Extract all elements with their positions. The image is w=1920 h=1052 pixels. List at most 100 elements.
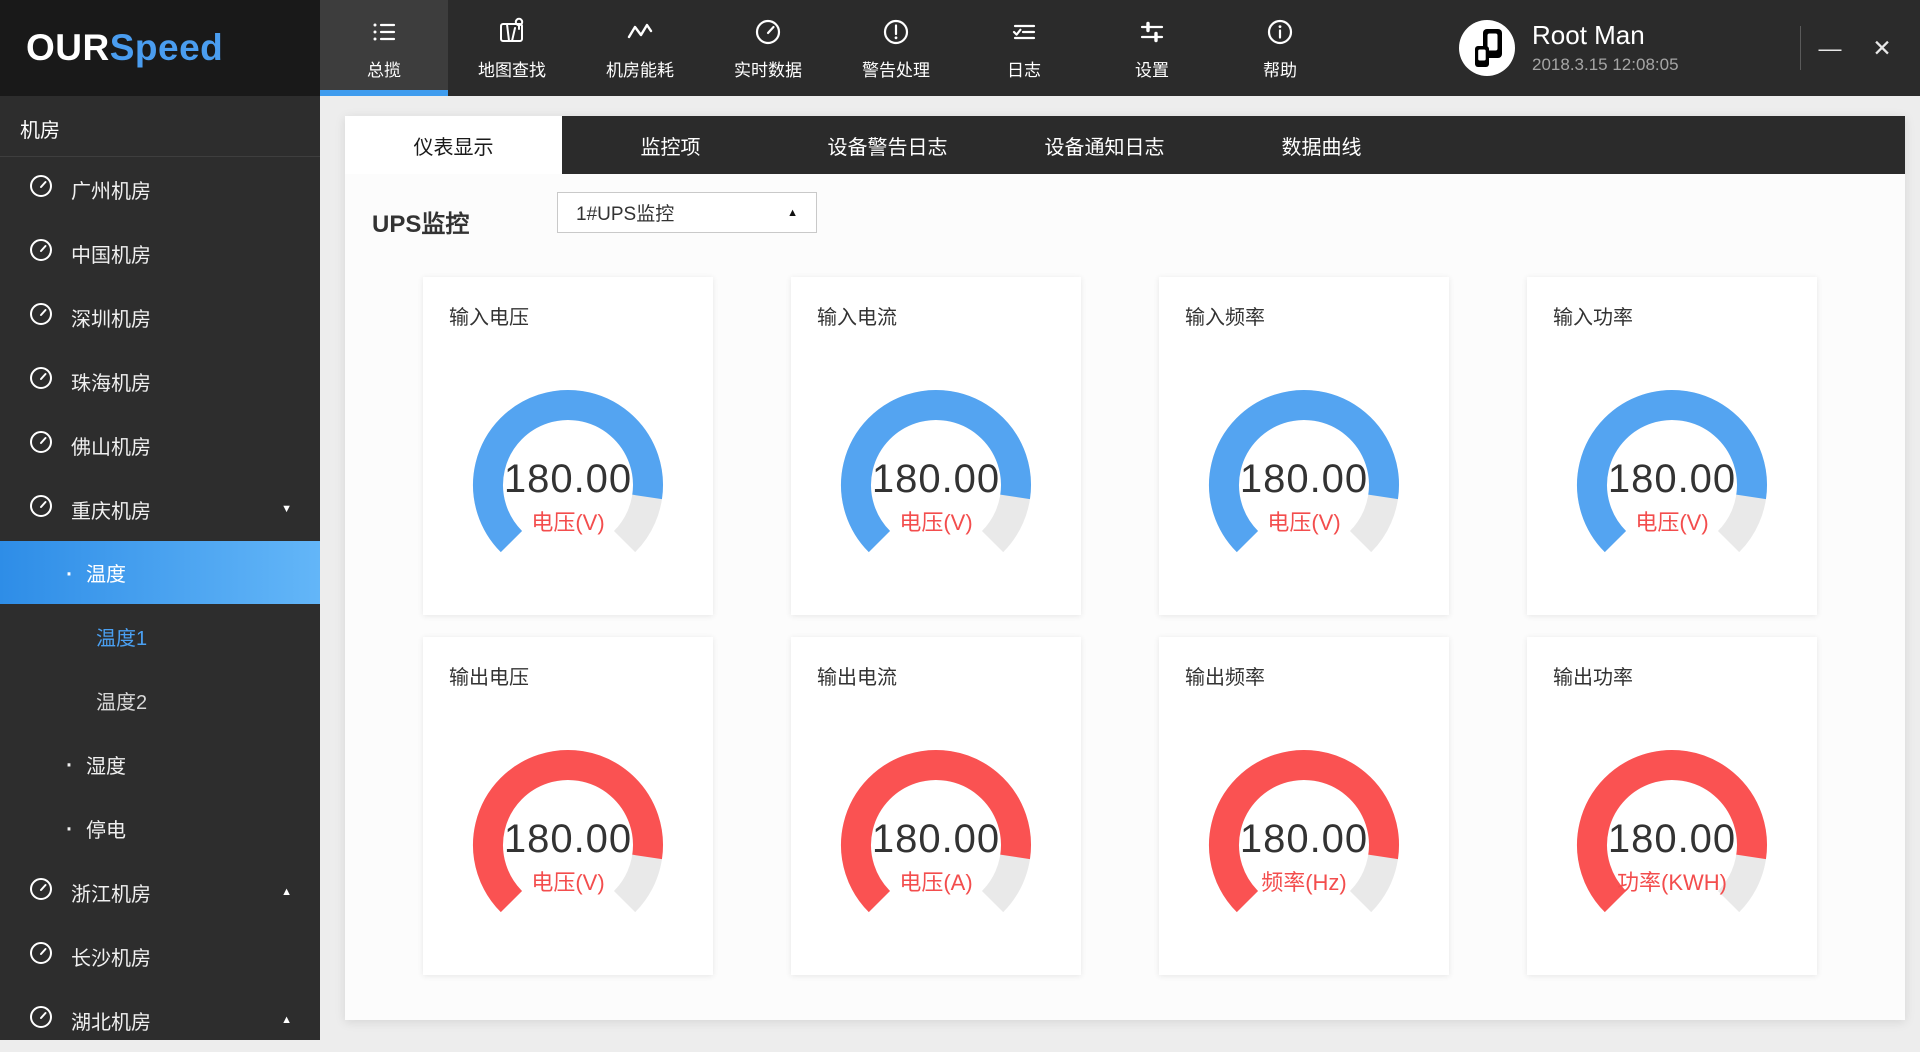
sidebar-item-chongqing[interactable]: 重庆机房 ▼ [0,477,320,541]
brand-speed: Speed [110,27,224,69]
gauge-chart: 180.00 电压(V) [468,385,668,585]
sidebar-leaf-temperature1[interactable]: 温度1 [0,604,320,668]
section-label-ups: UPS监控 [372,204,469,239]
sidebar-item-label: 长沙机房 [71,942,151,971]
sidebar-leaf-temperature2[interactable]: 温度2 [0,668,320,732]
brand-our: OUR [26,27,110,69]
chevron-up-icon: ▲ [281,1014,292,1026]
sidebar-item-label: 广州机房 [71,175,151,204]
nav-item-overview[interactable]: 总揽 [320,0,448,96]
sidebar-item-zhejiang[interactable]: 浙江机房 ▲ [0,860,320,924]
gauge-chart: 180.00 电压(V) [1572,385,1772,585]
gauge-value: 180.00 [836,457,1036,502]
gauge-chart: 180.00 电压(A) [836,745,1036,945]
log-icon [1008,16,1040,48]
nav-label: 日志 [1007,56,1041,81]
sidebar-item-hubei[interactable]: 湖北机房 ▲ [0,988,320,1052]
tab-gauge-display[interactable]: 仪表显示 [345,116,562,174]
nav-item-map-search[interactable]: 地图查找 [448,0,576,96]
sidebar-subitem-temperature[interactable]: · 温度 [0,541,320,604]
gauge-chart: 180.00 电压(V) [1204,385,1404,585]
close-button[interactable]: ✕ [1860,0,1904,96]
sidebar-item-label: 中国机房 [71,239,151,268]
sidebar-item-foshan[interactable]: 佛山机房 [0,413,320,477]
nav-label: 机房能耗 [606,56,674,81]
gauge-unit: 电压(V) [468,505,668,537]
sidebar-subitem-power-outage[interactable]: · 停电 [0,796,320,860]
gauge-card: 输出频率 180.00 频率(Hz) [1159,637,1449,975]
gauge-card-title: 输出功率 [1553,661,1633,690]
sidebar-item-zhongguo[interactable]: 中国机房 [0,221,320,285]
gauge-icon [28,429,54,461]
dropdown-value: 1#UPS监控 [576,199,674,226]
gauge-value: 180.00 [468,817,668,862]
gauge-card-title: 输入电压 [449,301,529,330]
gauge-card-title: 输入电流 [817,301,897,330]
sidebar-item-guangzhou[interactable]: 广州机房 [0,157,320,221]
sidebar-subitem-humidity[interactable]: · 湿度 [0,732,320,796]
nav-label: 地图查找 [478,56,546,81]
pulse-icon [624,16,656,48]
gauge-icon [28,365,54,397]
gauge-card: 输出电流 180.00 电压(A) [791,637,1081,975]
sidebar-item-label: 深圳机房 [71,303,151,332]
gauge-unit: 电压(A) [836,865,1036,897]
gauge-icon [28,940,54,972]
speedometer-icon [752,16,784,48]
sliders-icon [1136,16,1168,48]
content-panel: 仪表显示 监控项 设备警告日志 设备通知日志 数据曲线 UPS监控 1#UPS监… [345,116,1905,1020]
tab-device-notice-log[interactable]: 设备通知日志 [996,116,1213,174]
sidebar-item-label: 湖北机房 [71,1006,151,1035]
gauge-value: 180.00 [468,457,668,502]
sidebar-item-changsha[interactable]: 长沙机房 [0,924,320,988]
sidebar-item-label: 珠海机房 [71,367,151,396]
nav-item-alert-handling[interactable]: 警告处理 [832,0,960,96]
ups-select-dropdown[interactable]: 1#UPS监控 ▲ [557,192,817,233]
sidebar-leaf-label: 温度1 [96,622,147,651]
gauge-value: 180.00 [836,817,1036,862]
sidebar-leaf-label: 温度2 [96,686,147,715]
list-icon [368,16,400,48]
alert-icon [880,16,912,48]
user-info: Root Man 2018.3.15 12:08:05 [1532,21,1679,75]
gauge-chart: 180.00 频率(Hz) [1204,745,1404,945]
tab-data-curve[interactable]: 数据曲线 [1213,116,1430,174]
user-name: Root Man [1532,21,1679,51]
nav-item-room-energy[interactable]: 机房能耗 [576,0,704,96]
nav-label: 实时数据 [734,56,802,81]
tab-device-alert-log[interactable]: 设备警告日志 [779,116,996,174]
top-navigation: 总揽 地图查找 机房能耗 [320,0,1344,96]
minimize-button[interactable]: — [1808,0,1852,96]
gauge-card-title: 输入功率 [1553,301,1633,330]
gauge-value: 180.00 [1204,457,1404,502]
sidebar-subitem-label: 停电 [86,814,126,843]
gauge-card: 输出电压 180.00 电压(V) [423,637,713,975]
sidebar-item-label: 佛山机房 [71,431,151,460]
nav-item-realtime-data[interactable]: 实时数据 [704,0,832,96]
tab-monitor-items[interactable]: 监控项 [562,116,779,174]
gauge-card: 输入频率 180.00 电压(V) [1159,277,1449,615]
gauge-card-title: 输出电压 [449,661,529,690]
sidebar-item-zhuhai[interactable]: 珠海机房 [0,349,320,413]
gauge-chart: 180.00 电压(V) [836,385,1036,585]
gauge-unit: 电压(V) [1204,505,1404,537]
user-datetime: 2018.3.15 12:08:05 [1532,55,1679,75]
chevron-down-icon: ▼ [281,503,292,515]
avatar[interactable] [1458,19,1516,77]
nav-item-help[interactable]: 帮助 [1216,0,1344,96]
nav-label: 帮助 [1263,56,1297,81]
user-area: Root Man 2018.3.15 12:08:05 [1458,0,1679,96]
nav-item-settings[interactable]: 设置 [1088,0,1216,96]
gauge-card: 输入电压 180.00 电压(V) [423,277,713,615]
nav-item-logs[interactable]: 日志 [960,0,1088,96]
sidebar-item-label: 重庆机房 [71,495,151,524]
gauge-card: 输入功率 180.00 电压(V) [1527,277,1817,615]
sidebar-item-shenzhen[interactable]: 深圳机房 [0,285,320,349]
gauge-icon [28,876,54,908]
sidebar-header: 机房 [0,96,320,157]
gauge-grid: 输入电压 180.00 电压(V) 输入电流 180.00 电压(V) 输入频率… [423,277,1817,975]
gauge-card: 输入电流 180.00 电压(V) [791,277,1081,615]
gauge-unit: 电压(V) [1572,505,1772,537]
nav-label: 设置 [1135,56,1169,81]
gauge-unit: 功率(KWH) [1572,865,1772,897]
